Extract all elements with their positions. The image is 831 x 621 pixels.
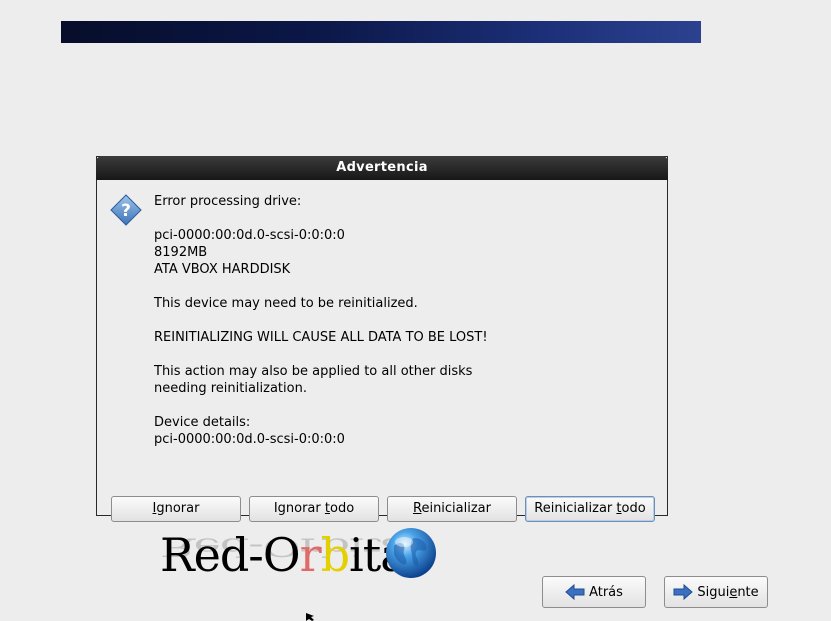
message-line: pci-0000:00:0d.0-scsi-0:0:0:0: [154, 432, 345, 447]
message-line: 8192MB: [154, 245, 208, 260]
reinitialize-button[interactable]: Reinicializar: [387, 496, 517, 522]
message-line: pci-0000:00:0d.0-scsi-0:0:0:0: [154, 228, 345, 243]
message-line: [154, 210, 488, 227]
message-line: [154, 397, 488, 414]
mouse-cursor: [306, 613, 314, 621]
reinitialize-all-button[interactable]: Reinicializar todo: [525, 496, 655, 522]
message-line: [154, 278, 488, 295]
message-line: [154, 346, 488, 363]
ignore-button[interactable]: Ignorar: [111, 496, 241, 522]
message-line: REINITIALIZING WILL CAUSE ALL DATA TO BE…: [154, 330, 488, 345]
dialog-title: Advertencia: [96, 156, 668, 180]
message-line: ATA VBOX HARDDISK: [154, 262, 291, 277]
message-line: Device details:: [154, 415, 251, 430]
ignore-all-button[interactable]: Ignorar todo: [249, 496, 379, 522]
message-line: [154, 312, 488, 329]
warning-dialog: Advertencia ? Error processing drive: pc…: [96, 156, 668, 522]
message-line: This action may also be applied to all o…: [154, 364, 473, 379]
next-button[interactable]: Sigui e nte: [664, 576, 768, 608]
globe-icon: [386, 528, 436, 578]
question-icon: ?: [110, 194, 142, 226]
arrow-left-icon: [565, 584, 585, 600]
message-line: This device may need to be reinitialized…: [154, 296, 418, 311]
logo-text: Red-Orbita: [160, 528, 408, 582]
dialog-message: Error processing drive: pci-0000:00:0d.0…: [154, 193, 488, 448]
top-banner: [61, 21, 701, 43]
message-line: needing reinitialization.: [154, 381, 307, 396]
arrow-right-icon: [673, 584, 694, 600]
message-line: Error processing drive:: [154, 194, 302, 209]
red-orbita-logo: Red-Orbita Red-Orbita: [158, 526, 440, 616]
back-button[interactable]: Atrás: [542, 576, 646, 608]
svg-text:?: ?: [121, 201, 131, 221]
dialog-body: ? Error processing drive: pci-0000:00:0d…: [97, 180, 667, 522]
